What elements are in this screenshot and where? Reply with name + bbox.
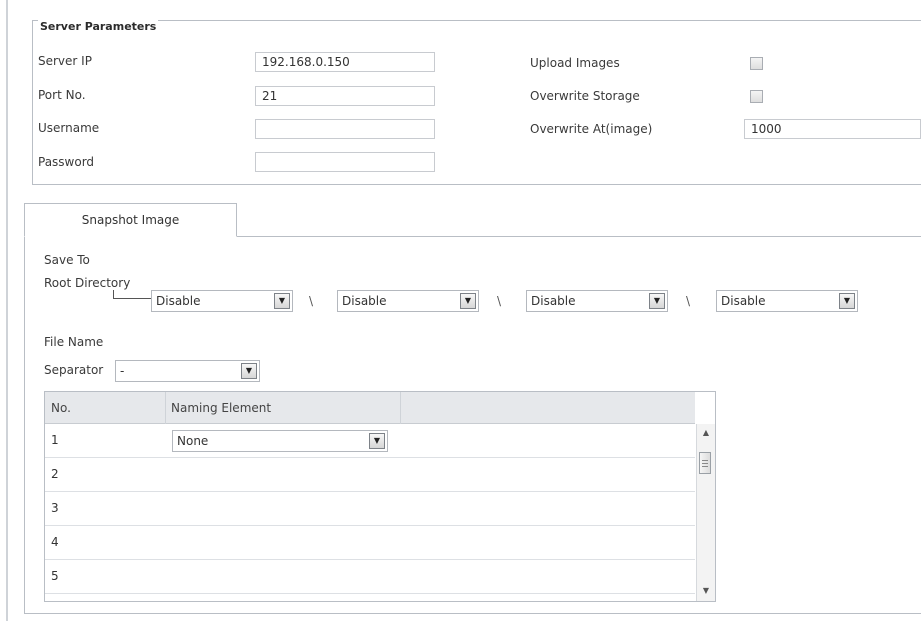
separator-dropdown-value: - bbox=[120, 364, 125, 378]
naming-element-table: No. Naming Element 1 None ▼ 2 3 4 5 ▲ ▼ bbox=[44, 391, 716, 602]
dropdown-arrow-icon[interactable]: ▼ bbox=[460, 293, 476, 309]
table-row[interactable]: 4 bbox=[45, 526, 695, 560]
thumb-grip-line bbox=[702, 460, 708, 461]
dropdown-arrow-icon[interactable]: ▼ bbox=[369, 433, 385, 449]
path-separator-2: \ bbox=[497, 294, 502, 308]
naming-element-dropdown-value: None bbox=[177, 434, 209, 448]
scroll-up-icon[interactable]: ▲ bbox=[697, 426, 715, 440]
path-separator-3: \ bbox=[686, 294, 691, 308]
save-to-dropdown-2-value: Disable bbox=[342, 294, 387, 308]
separator-dropdown[interactable]: - ▼ bbox=[115, 360, 260, 382]
row-number: 2 bbox=[51, 467, 59, 481]
table-vertical-scrollbar[interactable]: ▲ ▼ bbox=[696, 424, 715, 601]
scroll-down-icon[interactable]: ▼ bbox=[697, 584, 715, 598]
path-separator-1: \ bbox=[309, 294, 314, 308]
dropdown-arrow-icon[interactable]: ▼ bbox=[274, 293, 290, 309]
file-name-label: File Name bbox=[44, 335, 104, 349]
overwrite-storage-label: Overwrite Storage bbox=[530, 89, 640, 103]
overwrite-at-input[interactable] bbox=[744, 119, 921, 139]
column-divider bbox=[400, 392, 401, 424]
thumb-grip-line bbox=[702, 466, 708, 467]
upload-images-label: Upload Images bbox=[530, 56, 620, 70]
server-parameters-title: Server Parameters bbox=[38, 20, 159, 33]
dropdown-arrow-icon[interactable]: ▼ bbox=[649, 293, 665, 309]
save-to-dropdown-2[interactable]: Disable ▼ bbox=[337, 290, 479, 312]
naming-element-dropdown[interactable]: None ▼ bbox=[172, 430, 388, 452]
tab-snapshot-image[interactable]: Snapshot Image bbox=[24, 203, 237, 237]
table-row[interactable]: 1 None ▼ bbox=[45, 424, 695, 458]
save-to-dropdown-1[interactable]: Disable ▼ bbox=[151, 290, 293, 312]
root-directory-connector bbox=[113, 290, 152, 299]
server-ip-input[interactable] bbox=[255, 52, 435, 72]
row-number: 1 bbox=[51, 433, 59, 447]
overwrite-storage-checkbox[interactable] bbox=[750, 90, 763, 103]
table-row[interactable]: 5 bbox=[45, 560, 695, 594]
port-no-input[interactable] bbox=[255, 86, 435, 106]
save-to-label: Save To bbox=[44, 253, 90, 267]
scrollbar-thumb[interactable] bbox=[699, 452, 711, 474]
row-number: 5 bbox=[51, 569, 59, 583]
username-input[interactable] bbox=[255, 119, 435, 139]
table-row[interactable]: 3 bbox=[45, 492, 695, 526]
save-to-dropdown-1-value: Disable bbox=[156, 294, 201, 308]
left-border-line bbox=[6, 0, 8, 621]
overwrite-at-label: Overwrite At(image) bbox=[530, 122, 653, 136]
save-to-dropdown-4[interactable]: Disable ▼ bbox=[716, 290, 858, 312]
separator-label: Separator bbox=[44, 363, 104, 377]
server-parameters-group bbox=[32, 20, 921, 185]
port-no-label: Port No. bbox=[38, 88, 86, 102]
row-number: 4 bbox=[51, 535, 59, 549]
column-header-no: No. bbox=[51, 401, 71, 415]
dropdown-arrow-icon[interactable]: ▼ bbox=[241, 363, 257, 379]
password-input[interactable] bbox=[255, 152, 435, 172]
password-label: Password bbox=[38, 155, 95, 169]
dropdown-arrow-icon[interactable]: ▼ bbox=[839, 293, 855, 309]
username-label: Username bbox=[38, 121, 100, 135]
column-header-naming-element: Naming Element bbox=[171, 401, 272, 415]
root-directory-label: Root Directory bbox=[44, 276, 131, 290]
table-row[interactable]: 2 bbox=[45, 458, 695, 492]
save-to-dropdown-3-value: Disable bbox=[531, 294, 576, 308]
save-to-dropdown-4-value: Disable bbox=[721, 294, 766, 308]
upload-images-checkbox[interactable] bbox=[750, 57, 763, 70]
server-ip-label: Server IP bbox=[38, 54, 92, 68]
thumb-grip-line bbox=[702, 463, 708, 464]
table-header: No. Naming Element bbox=[45, 392, 695, 424]
row-number: 3 bbox=[51, 501, 59, 515]
save-to-dropdown-3[interactable]: Disable ▼ bbox=[526, 290, 668, 312]
